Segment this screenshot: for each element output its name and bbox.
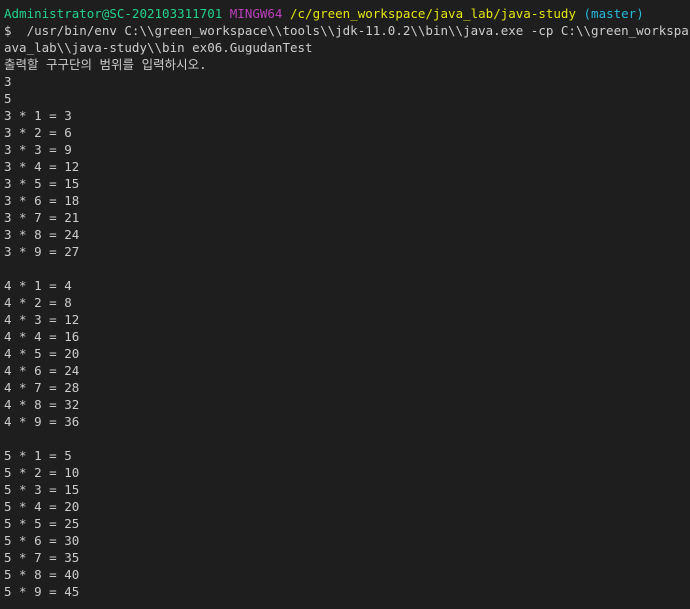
output-line: 4 * 1 = 4 bbox=[4, 278, 72, 293]
gugudan-table-5: 5 * 1 = 5 5 * 2 = 10 5 * 3 = 15 5 * 4 = … bbox=[4, 447, 690, 600]
prompt-user-host: Administrator@SC-202103311701 bbox=[4, 6, 223, 21]
prompt-branch: (master) bbox=[583, 6, 644, 21]
output-line: 4 * 2 = 8 bbox=[4, 295, 72, 310]
terminal-window[interactable]: Administrator@SC-202103311701 MINGW64 /c… bbox=[0, 0, 690, 609]
prompt-line: Administrator@SC-202103311701 MINGW64 /c… bbox=[4, 5, 690, 22]
output-line: 4 * 7 = 28 bbox=[4, 380, 80, 395]
output-line: 3 * 8 = 24 bbox=[4, 227, 80, 242]
output-line: 4 * 5 = 20 bbox=[4, 346, 80, 361]
user-input-start: 3 bbox=[4, 74, 12, 89]
output-line: 3 * 7 = 21 bbox=[4, 210, 80, 225]
output-line: 4 * 3 = 12 bbox=[4, 312, 80, 327]
output-line: 5 * 2 = 10 bbox=[4, 465, 80, 480]
prompt-shell: MINGW64 bbox=[229, 6, 283, 21]
gugudan-table-3: 3 * 1 = 3 3 * 2 = 6 3 * 3 = 9 3 * 4 = 12… bbox=[4, 107, 690, 260]
output-line: 3 * 9 = 27 bbox=[4, 244, 80, 259]
output-line: 4 * 6 = 24 bbox=[4, 363, 80, 378]
output-line: 3 * 5 = 15 bbox=[4, 176, 80, 191]
output-line: 5 * 4 = 20 bbox=[4, 499, 80, 514]
output-line: 3 * 1 = 3 bbox=[4, 108, 72, 123]
output-line: 4 * 4 = 16 bbox=[4, 329, 80, 344]
output-line: 3 * 2 = 6 bbox=[4, 125, 72, 140]
output-line: 5 * 7 = 35 bbox=[4, 550, 80, 565]
output-line: 5 * 8 = 40 bbox=[4, 567, 80, 582]
command-line-1: $ /usr/bin/env C:\\green_workspace\\tool… bbox=[4, 23, 690, 38]
output-line: 3 * 6 = 18 bbox=[4, 193, 80, 208]
output-line: 5 * 5 = 25 bbox=[4, 516, 80, 531]
user-input-end: 5 bbox=[4, 91, 12, 106]
output-line: 5 * 3 = 15 bbox=[4, 482, 80, 497]
output-line: 3 * 3 = 9 bbox=[4, 142, 72, 157]
output-line: 3 * 4 = 12 bbox=[4, 159, 80, 174]
output-line: 5 * 1 = 5 bbox=[4, 448, 72, 463]
prompt-path: /c/green_workspace/java_lab/java-study bbox=[290, 6, 576, 21]
output-line: 5 * 9 = 45 bbox=[4, 584, 80, 599]
gugudan-table-4: 4 * 1 = 4 4 * 2 = 8 4 * 3 = 12 4 * 4 = 1… bbox=[4, 277, 690, 430]
output-line: 4 * 8 = 32 bbox=[4, 397, 80, 412]
output-line: 4 * 9 = 36 bbox=[4, 414, 80, 429]
prompt-message: 출력할 구구단의 범위를 입력하시오. bbox=[4, 57, 207, 72]
command-line-2: ava_lab\\java-study\\bin ex06.GugudanTes… bbox=[4, 40, 313, 55]
output-line: 5 * 6 = 30 bbox=[4, 533, 80, 548]
